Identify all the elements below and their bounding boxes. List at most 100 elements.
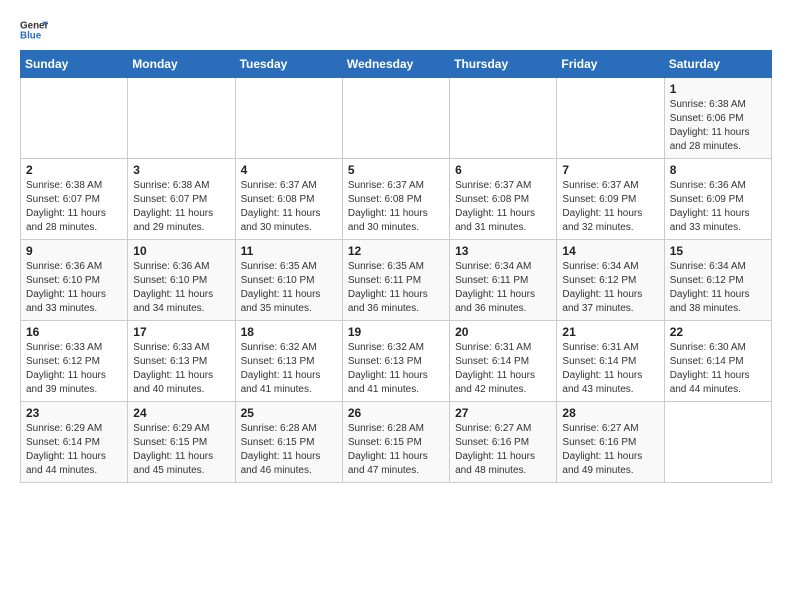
day-number: 9 bbox=[26, 244, 122, 258]
calendar-header-row: SundayMondayTuesdayWednesdayThursdayFrid… bbox=[21, 51, 772, 78]
day-info: Sunrise: 6:34 AM Sunset: 6:11 PM Dayligh… bbox=[455, 260, 551, 316]
calendar-table: SundayMondayTuesdayWednesdayThursdayFrid… bbox=[20, 50, 772, 483]
calendar-cell bbox=[664, 402, 771, 483]
day-info: Sunrise: 6:33 AM Sunset: 6:13 PM Dayligh… bbox=[133, 341, 229, 397]
day-info: Sunrise: 6:31 AM Sunset: 6:14 PM Dayligh… bbox=[455, 341, 551, 397]
calendar-cell: 15Sunrise: 6:34 AM Sunset: 6:12 PM Dayli… bbox=[664, 240, 771, 321]
calendar-cell bbox=[128, 78, 235, 159]
day-number: 12 bbox=[348, 244, 444, 258]
day-info: Sunrise: 6:38 AM Sunset: 6:06 PM Dayligh… bbox=[670, 98, 766, 154]
calendar-week-2: 2 Sunrise: 6:38 AM Sunset: 6:07 PM Daylig… bbox=[21, 159, 772, 240]
calendar-cell: 24 Sunrise: 6:29 AM Sunset: 6:15 PM Dayli… bbox=[128, 402, 235, 483]
calendar-cell: 6 Sunrise: 6:37 AM Sunset: 6:08 PM Daylig… bbox=[450, 159, 557, 240]
day-number: 3 bbox=[133, 163, 229, 177]
calendar-cell: 28Sunrise: 6:27 AM Sunset: 6:16 PM Dayli… bbox=[557, 402, 664, 483]
day-info: Sunrise: 6:38 AM Sunset: 6:07 PM Dayligh… bbox=[133, 179, 229, 235]
day-number: 22 bbox=[670, 325, 766, 339]
day-info: Sunrise: 6:28 AM Sunset: 6:15 PM Dayligh… bbox=[348, 422, 444, 478]
day-info: Sunrise: 6:37 AM Sunset: 6:08 PM Dayligh… bbox=[241, 179, 337, 235]
day-number: 14 bbox=[562, 244, 658, 258]
day-number: 15 bbox=[670, 244, 766, 258]
calendar-week-5: 23Sunrise: 6:29 AM Sunset: 6:14 PM Dayli… bbox=[21, 402, 772, 483]
calendar-cell: 25 Sunrise: 6:28 AM Sunset: 6:15 PM Dayli… bbox=[235, 402, 342, 483]
calendar-cell bbox=[342, 78, 449, 159]
day-info: Sunrise: 6:37 AM Sunset: 6:08 PM Dayligh… bbox=[348, 179, 444, 235]
day-number: 4 bbox=[241, 163, 337, 177]
day-info: Sunrise: 6:32 AM Sunset: 6:13 PM Dayligh… bbox=[348, 341, 444, 397]
day-info: Sunrise: 6:31 AM Sunset: 6:14 PM Dayligh… bbox=[562, 341, 658, 397]
day-number: 6 bbox=[455, 163, 551, 177]
day-number: 8 bbox=[670, 163, 766, 177]
day-info: Sunrise: 6:35 AM Sunset: 6:11 PM Dayligh… bbox=[348, 260, 444, 316]
day-info: Sunrise: 6:34 AM Sunset: 6:12 PM Dayligh… bbox=[562, 260, 658, 316]
calendar-cell: 19 Sunrise: 6:32 AM Sunset: 6:13 PM Dayli… bbox=[342, 321, 449, 402]
calendar-cell: 13 Sunrise: 6:34 AM Sunset: 6:11 PM Dayli… bbox=[450, 240, 557, 321]
calendar-cell: 18 Sunrise: 6:32 AM Sunset: 6:13 PM Dayli… bbox=[235, 321, 342, 402]
day-number: 17 bbox=[133, 325, 229, 339]
day-number: 16 bbox=[26, 325, 122, 339]
logo-icon: General Blue bbox=[20, 16, 48, 44]
day-info: Sunrise: 6:30 AM Sunset: 6:14 PM Dayligh… bbox=[670, 341, 766, 397]
calendar-week-1: 1 Sunrise: 6:38 AM Sunset: 6:06 PM Daylig… bbox=[21, 78, 772, 159]
day-number: 13 bbox=[455, 244, 551, 258]
calendar-cell: 21 Sunrise: 6:31 AM Sunset: 6:14 PM Dayli… bbox=[557, 321, 664, 402]
calendar-cell: 4 Sunrise: 6:37 AM Sunset: 6:08 PM Daylig… bbox=[235, 159, 342, 240]
calendar-cell: 8 Sunrise: 6:36 AM Sunset: 6:09 PM Daylig… bbox=[664, 159, 771, 240]
calendar-cell: 9Sunrise: 6:36 AM Sunset: 6:10 PM Daylig… bbox=[21, 240, 128, 321]
day-info: Sunrise: 6:36 AM Sunset: 6:10 PM Dayligh… bbox=[133, 260, 229, 316]
svg-text:Blue: Blue bbox=[20, 30, 42, 41]
calendar-cell: 3 Sunrise: 6:38 AM Sunset: 6:07 PM Daylig… bbox=[128, 159, 235, 240]
day-info: Sunrise: 6:27 AM Sunset: 6:16 PM Dayligh… bbox=[455, 422, 551, 478]
calendar-cell: 27 Sunrise: 6:27 AM Sunset: 6:16 PM Dayli… bbox=[450, 402, 557, 483]
page: General Blue SundayMondayTuesdayWednesda… bbox=[0, 0, 792, 499]
calendar-dow-monday: Monday bbox=[128, 51, 235, 78]
calendar-cell bbox=[450, 78, 557, 159]
day-number: 21 bbox=[562, 325, 658, 339]
day-info: Sunrise: 6:38 AM Sunset: 6:07 PM Dayligh… bbox=[26, 179, 122, 235]
calendar-cell: 22 Sunrise: 6:30 AM Sunset: 6:14 PM Dayli… bbox=[664, 321, 771, 402]
day-number: 2 bbox=[26, 163, 122, 177]
calendar-week-3: 9 Sunrise: 6:36 AM Sunset: 6:10 PM Daylig… bbox=[21, 240, 772, 321]
day-number: 20 bbox=[455, 325, 551, 339]
calendar-dow-thursday: Thursday bbox=[450, 51, 557, 78]
calendar-cell bbox=[557, 78, 664, 159]
day-number: 11 bbox=[241, 244, 337, 258]
calendar-cell: 7 Sunrise: 6:37 AM Sunset: 6:09 PM Daylig… bbox=[557, 159, 664, 240]
logo: General Blue bbox=[20, 16, 48, 44]
calendar-cell: 10Sunrise: 6:36 AM Sunset: 6:10 PM Dayli… bbox=[128, 240, 235, 321]
day-number: 24 bbox=[133, 406, 229, 420]
calendar-week-4: 16 Sunrise: 6:33 AM Sunset: 6:12 PM Dayli… bbox=[21, 321, 772, 402]
day-info: Sunrise: 6:35 AM Sunset: 6:10 PM Dayligh… bbox=[241, 260, 337, 316]
calendar-cell: 16 Sunrise: 6:33 AM Sunset: 6:12 PM Dayli… bbox=[21, 321, 128, 402]
calendar-cell: 20 Sunrise: 6:31 AM Sunset: 6:14 PM Dayli… bbox=[450, 321, 557, 402]
calendar-cell: 17 Sunrise: 6:33 AM Sunset: 6:13 PM Dayli… bbox=[128, 321, 235, 402]
day-info: Sunrise: 6:32 AM Sunset: 6:13 PM Dayligh… bbox=[241, 341, 337, 397]
day-info: Sunrise: 6:28 AM Sunset: 6:15 PM Dayligh… bbox=[241, 422, 337, 478]
day-number: 5 bbox=[348, 163, 444, 177]
day-info: Sunrise: 6:27 AM Sunset: 6:16 PM Dayligh… bbox=[562, 422, 658, 478]
calendar-cell: 5 Sunrise: 6:37 AM Sunset: 6:08 PM Daylig… bbox=[342, 159, 449, 240]
calendar-cell: 11 Sunrise: 6:35 AM Sunset: 6:10 PM Dayli… bbox=[235, 240, 342, 321]
calendar-cell: 26Sunrise: 6:28 AM Sunset: 6:15 PM Dayli… bbox=[342, 402, 449, 483]
calendar-dow-friday: Friday bbox=[557, 51, 664, 78]
calendar-dow-tuesday: Tuesday bbox=[235, 51, 342, 78]
day-number: 25 bbox=[241, 406, 337, 420]
day-info: Sunrise: 6:33 AM Sunset: 6:12 PM Dayligh… bbox=[26, 341, 122, 397]
calendar-cell bbox=[21, 78, 128, 159]
header: General Blue bbox=[20, 16, 772, 44]
day-info: Sunrise: 6:37 AM Sunset: 6:09 PM Dayligh… bbox=[562, 179, 658, 235]
day-number: 18 bbox=[241, 325, 337, 339]
calendar-cell bbox=[235, 78, 342, 159]
calendar-cell: 12 Sunrise: 6:35 AM Sunset: 6:11 PM Dayli… bbox=[342, 240, 449, 321]
day-info: Sunrise: 6:29 AM Sunset: 6:14 PM Dayligh… bbox=[26, 422, 122, 478]
calendar-dow-sunday: Sunday bbox=[21, 51, 128, 78]
day-info: Sunrise: 6:29 AM Sunset: 6:15 PM Dayligh… bbox=[133, 422, 229, 478]
day-number: 1 bbox=[670, 82, 766, 96]
day-number: 27 bbox=[455, 406, 551, 420]
calendar-cell: 23Sunrise: 6:29 AM Sunset: 6:14 PM Dayli… bbox=[21, 402, 128, 483]
day-info: Sunrise: 6:36 AM Sunset: 6:09 PM Dayligh… bbox=[670, 179, 766, 235]
calendar-dow-saturday: Saturday bbox=[664, 51, 771, 78]
day-info: Sunrise: 6:37 AM Sunset: 6:08 PM Dayligh… bbox=[455, 179, 551, 235]
day-number: 19 bbox=[348, 325, 444, 339]
day-number: 7 bbox=[562, 163, 658, 177]
